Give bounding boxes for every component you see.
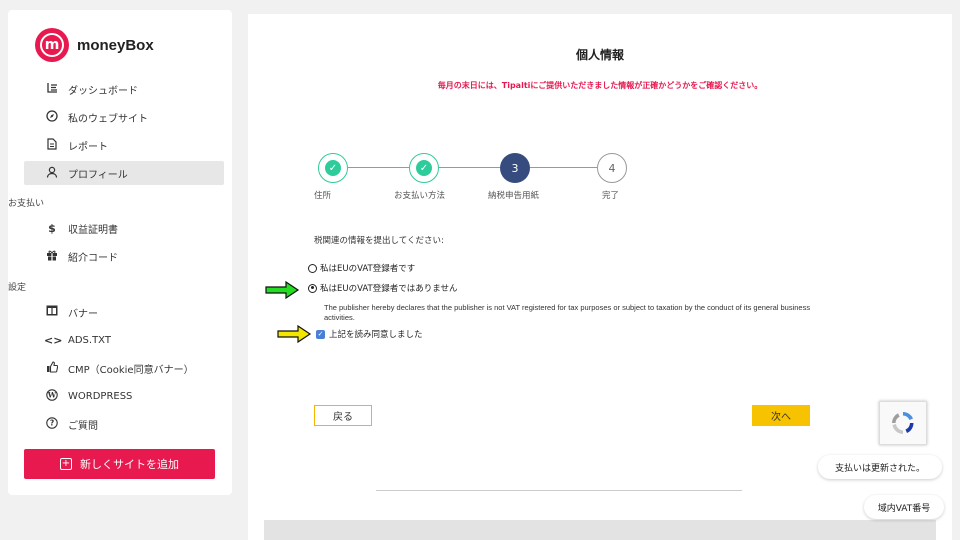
step-label-complete: 完了 <box>602 191 620 201</box>
section-payments: お支払い <box>8 199 45 209</box>
sidebar-item-reports[interactable]: レポート <box>24 133 224 157</box>
sidebar-item-label: CMP（Cookie同意バナー） <box>68 364 194 376</box>
question-icon: ? <box>44 416 60 432</box>
radio-not-vat-registered[interactable]: 私はEUのVAT登録者ではありません <box>308 282 457 294</box>
sidebar-item-label: ダッシュボード <box>68 85 138 97</box>
agree-checkbox[interactable]: ✓ <box>316 329 325 339</box>
sidebar-item-banner[interactable]: バナー <box>24 300 224 324</box>
user-icon <box>44 166 60 181</box>
back-button[interactable]: 戻る <box>314 405 372 426</box>
plus-icon: + <box>60 458 72 470</box>
stepper-connector <box>348 167 409 168</box>
vat-number-button[interactable]: 域内VAT番号 <box>864 495 944 519</box>
divider <box>376 490 742 491</box>
sidebar-item-wordpress[interactable]: W WORDPRESS <box>24 384 224 408</box>
logo-letter: m <box>40 33 64 57</box>
sidebar-item-label: プロフィール <box>68 169 128 181</box>
check-icon: ✓ <box>325 160 341 176</box>
svg-text:?: ? <box>50 418 54 427</box>
sidebar-item-label: 私のウェブサイト <box>68 113 148 125</box>
gift-icon <box>44 249 60 264</box>
radio-button[interactable] <box>308 283 317 293</box>
sidebar-item-label: レポート <box>68 141 108 153</box>
agree-label: 上記を読み同意しました <box>329 330 423 340</box>
page-title: 個人情報 <box>575 48 624 62</box>
sidebar-item-ads-txt[interactable]: <> ADS.TXT <box>24 328 224 352</box>
step-label-payment-method: お支払い方法 <box>394 191 446 201</box>
dollar-icon: $ <box>48 221 56 235</box>
add-site-label: 新しくサイトを追加 <box>80 458 179 471</box>
svg-text:W: W <box>47 390 57 399</box>
sidebar-item-label: ご質問 <box>68 420 98 432</box>
recaptcha-badge[interactable] <box>879 401 927 445</box>
section-settings: 設定 <box>8 283 27 293</box>
sidebar-item-label: ADS.TXT <box>68 334 111 346</box>
tipalti-notice: 毎月の末日には、Tipaltiにご提供いただきました情報が正確かどうかをご確認く… <box>437 81 763 90</box>
check-icon: ✓ <box>416 160 432 176</box>
radio-label: 私はEUのVAT登録者です <box>320 264 416 274</box>
radio-vat-registered[interactable]: 私はEUのVAT登録者です <box>308 262 415 274</box>
payment-updated-toast[interactable]: 支払いは更新された。 <box>818 455 942 479</box>
compass-icon <box>44 109 60 125</box>
brand-logo[interactable]: m moneyBox <box>35 28 154 62</box>
thumbs-up-icon <box>44 360 60 376</box>
step-label-tax-form: 納税申告用紙 <box>488 191 540 201</box>
brand-name: moneyBox <box>77 36 154 54</box>
sidebar-item-profile[interactable]: プロフィール <box>24 161 224 185</box>
sidebar-item-my-websites[interactable]: 私のウェブサイト <box>24 105 224 129</box>
chart-icon <box>44 82 60 96</box>
layout-icon <box>44 305 60 319</box>
recaptcha-icon <box>892 412 914 434</box>
logo-mark: m <box>35 28 69 62</box>
step-label-address: 住所 <box>314 191 332 201</box>
yellow-arrow-icon <box>277 324 312 344</box>
step-1-address[interactable]: ✓ <box>318 153 348 183</box>
sidebar-item-dashboard[interactable]: ダッシュボード <box>24 77 224 101</box>
agree-checkbox-row[interactable]: ✓ 上記を読み同意しました <box>316 328 423 340</box>
stepper-connector <box>530 167 597 168</box>
green-arrow-icon <box>265 280 300 300</box>
sidebar: m moneyBox ダッシュボード 私のウェブサイト レポート プロフィール … <box>8 10 232 495</box>
wordpress-icon: W <box>44 388 60 404</box>
add-site-button[interactable]: + 新しくサイトを追加 <box>24 449 215 479</box>
step-4-complete[interactable]: 4 <box>597 153 627 183</box>
sidebar-item-label: バナー <box>68 308 98 320</box>
stepper-connector <box>439 167 500 168</box>
next-button[interactable]: 次へ <box>752 405 810 426</box>
tax-prompt: 税関連の情報を提出してください: <box>314 236 444 246</box>
step-2-payment-method[interactable]: ✓ <box>409 153 439 183</box>
code-icon: <> <box>44 333 63 347</box>
document-icon <box>44 137 60 153</box>
step-3-tax-form[interactable]: 3 <box>500 153 530 183</box>
sidebar-item-faq[interactable]: ? ご質問 <box>24 412 224 436</box>
sidebar-item-cmp[interactable]: CMP（Cookie同意バナー） <box>24 356 224 380</box>
sidebar-item-label: 収益証明書 <box>68 224 118 236</box>
radio-label: 私はEUのVAT登録者ではありません <box>320 284 458 294</box>
sidebar-item-label: WORDPRESS <box>68 390 133 402</box>
footer-bar <box>264 520 936 540</box>
sidebar-item-referral-code[interactable]: 紹介コード <box>24 244 224 268</box>
radio-button[interactable] <box>308 263 317 273</box>
sidebar-item-label: 紹介コード <box>68 252 118 264</box>
vat-declaration: The publisher hereby declares that the p… <box>324 303 811 322</box>
sidebar-item-revenue-certificate[interactable]: $ 収益証明書 <box>24 216 224 240</box>
